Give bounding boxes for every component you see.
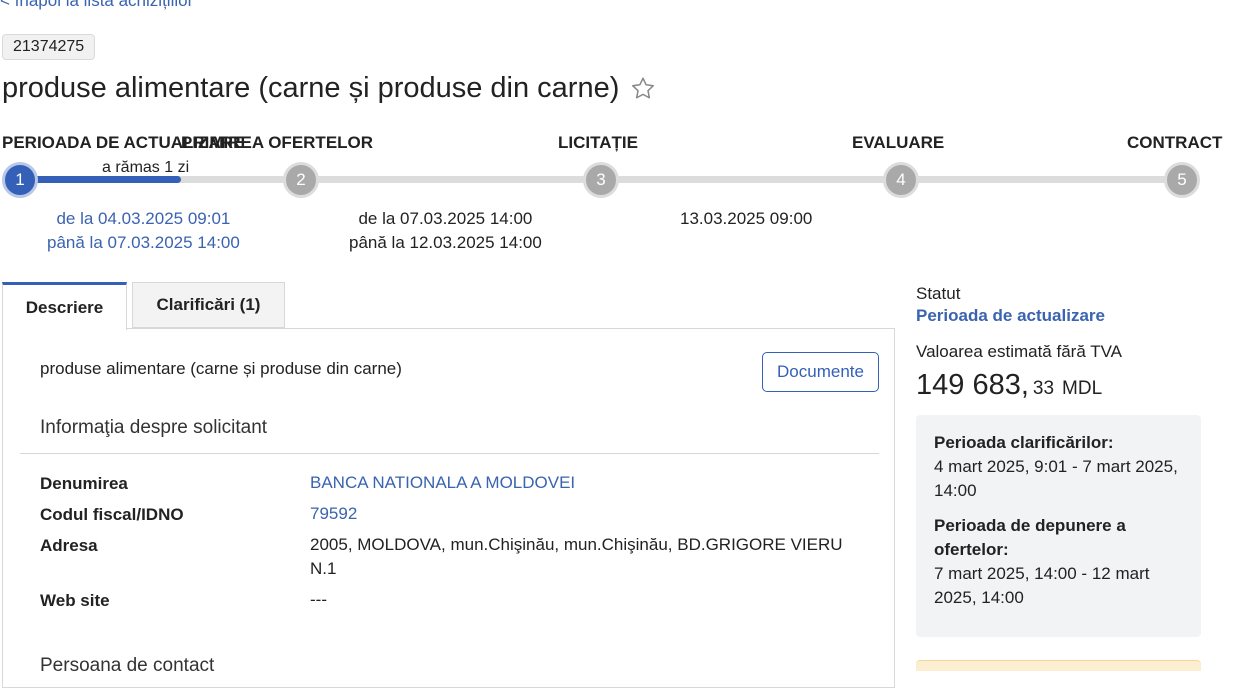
applicant-heading: Informaţia despre solicitant <box>40 417 268 438</box>
stage3-date: 13.03.2025 09:00 <box>680 209 813 228</box>
label-adresa: Adresa <box>40 536 98 555</box>
stage1-dates: de la 04.03.2025 09:01 până la 07.03.202… <box>47 207 240 255</box>
value-codul-fiscal-link[interactable]: 79592 <box>310 502 357 526</box>
step-circle-1: 1 <box>2 162 38 198</box>
value-currency: MDL <box>1062 378 1103 399</box>
remaining-time: a rămas 1 zi <box>102 159 190 176</box>
value-integer: 149 683, <box>916 369 1029 401</box>
stage3-dates: 13.03.2025 09:00 <box>680 207 812 231</box>
stage2-dates: de la 07.03.2025 14:00 până la 12.03.202… <box>349 207 542 255</box>
stage-label-4: EVALUARE <box>852 133 945 152</box>
description-panel: produse alimentare (carne și produse din… <box>2 328 895 688</box>
stage2-to: până la 12.03.2025 14:00 <box>349 233 542 252</box>
progress-fill <box>18 176 181 183</box>
status-label: Statut <box>916 284 961 303</box>
notice-box-top <box>916 660 1201 671</box>
stage1-from: de la 04.03.2025 09:01 <box>56 209 231 228</box>
contact-heading: Persoana de contact <box>40 655 215 676</box>
documents-button[interactable]: Documente <box>762 352 879 392</box>
estimated-value: 149 683, 33 MDL <box>916 369 1102 402</box>
status-value: Perioada de actualizare <box>916 306 1105 325</box>
clarif-period-title: Perioada clarificărilor: <box>934 433 1114 452</box>
tab-clarificari[interactable]: Clarificări (1) <box>132 282 285 328</box>
back-to-list-link[interactable]: < înapoi la lista achizițiilor <box>0 0 193 11</box>
page-title: produse alimentare (carne și produse din… <box>2 72 620 104</box>
step-circle-4: 4 <box>883 162 919 198</box>
value-decimals: 33 <box>1032 378 1055 399</box>
step-circle-3: 3 <box>583 162 619 198</box>
step-circle-5: 5 <box>1164 162 1200 198</box>
label-codul-fiscal: Codul fiscal/IDNO <box>40 505 184 524</box>
value-web-site: --- <box>310 590 327 609</box>
section-divider <box>20 453 879 454</box>
stage-label-3: LICITAȚIE <box>558 133 638 152</box>
tender-description: produse alimentare (carne și produse din… <box>40 359 402 378</box>
stage-label-2: PRIMIREA OFERTELOR <box>181 133 374 152</box>
offers-period-text: 7 mart 2025, 14:00 - 12 mart 2025, 14:00 <box>934 564 1150 607</box>
value-label: Valoarea estimată fără TVA <box>916 342 1122 361</box>
value-adresa: 2005, MOLDOVA, mun.Chişinău, mun.Chişină… <box>310 535 843 578</box>
tender-id-badge: 21374275 <box>2 34 96 60</box>
tab-descriere[interactable]: Descriere <box>2 282 127 330</box>
periods-card: Perioada clarificărilor: 4 mart 2025, 9:… <box>916 415 1201 637</box>
stage2-from: de la 07.03.2025 14:00 <box>358 209 533 228</box>
offers-period-title: Perioada de depunere a ofertelor: <box>934 516 1126 559</box>
value-denumirea-link[interactable]: BANCA NATIONALA A MOLDOVEI <box>310 471 575 495</box>
clarif-period-text: 4 mart 2025, 9:01 - 7 mart 2025, 14:00 <box>934 457 1178 500</box>
stage-label-5: CONTRACT <box>1127 133 1223 152</box>
star-outline-icon[interactable] <box>629 75 657 103</box>
label-denumirea: Denumirea <box>40 474 128 493</box>
title-row: produse alimentare (carne și produse din… <box>2 72 657 105</box>
stage1-to: până la 07.03.2025 14:00 <box>47 233 240 252</box>
step-circle-2: 2 <box>283 162 319 198</box>
label-web-site: Web site <box>40 591 110 610</box>
